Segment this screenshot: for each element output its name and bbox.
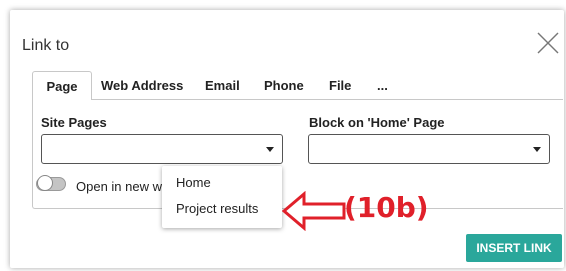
dropdown-item-project-results[interactable]: Project results [176, 201, 258, 216]
tab-page[interactable]: Page [32, 71, 92, 100]
block-select[interactable] [308, 134, 550, 164]
link-type-tabs: Page Web Address Email Phone File ... [32, 71, 562, 100]
block-label: Block on 'Home' Page [309, 115, 445, 130]
dialog-title: Link to [22, 37, 70, 54]
left-arrow-icon [282, 191, 346, 231]
tab-email[interactable]: Email [205, 71, 240, 99]
tab-more[interactable]: ... [377, 71, 388, 99]
chevron-down-icon [266, 147, 274, 152]
open-new-window-toggle[interactable] [36, 175, 66, 191]
tab-web-address[interactable]: Web Address [101, 71, 183, 99]
open-new-window-label: Open in new window [76, 179, 172, 194]
tab-file[interactable]: File [329, 71, 351, 99]
toggle-knob [37, 175, 53, 191]
chevron-down-icon [533, 147, 541, 152]
annotation-label: (10b) [344, 191, 429, 224]
site-pages-select[interactable] [41, 134, 283, 164]
close-icon[interactable] [537, 32, 559, 54]
site-pages-dropdown: Home Project results [162, 166, 282, 228]
tab-phone[interactable]: Phone [264, 71, 304, 99]
dropdown-item-home[interactable]: Home [176, 175, 211, 190]
site-pages-label: Site Pages [41, 115, 107, 130]
insert-link-button[interactable]: INSERT LINK [466, 234, 562, 262]
